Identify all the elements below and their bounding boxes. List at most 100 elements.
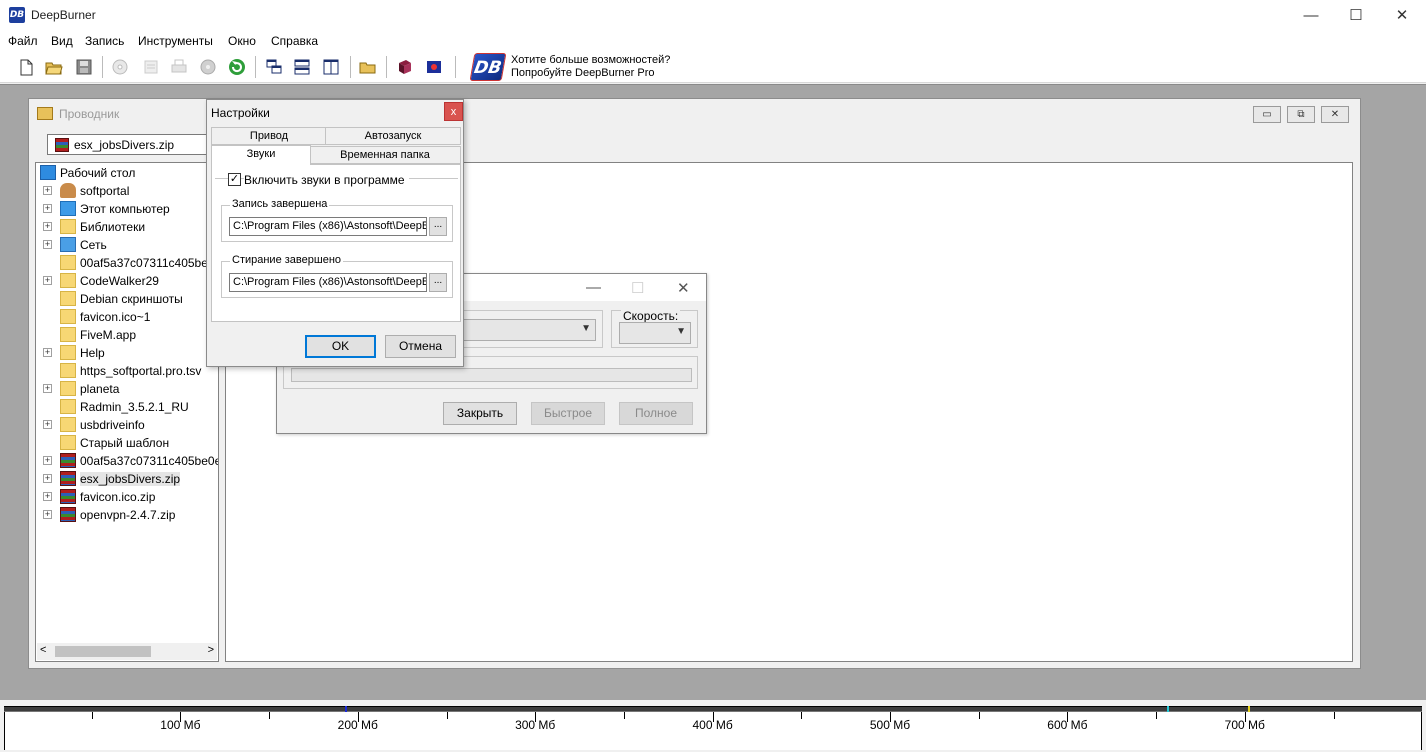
scroll-right-icon[interactable]: > [208,644,214,656]
explorer-icon[interactable] [359,58,377,76]
tile-vertical-icon[interactable] [322,58,340,76]
tree-item[interactable]: + favicon.ico.zip [36,488,218,506]
menu-file[interactable]: Файл [8,34,38,48]
folder-icon [60,309,76,324]
expand-icon[interactable]: + [43,186,52,195]
close-dialog-button[interactable]: Закрыть [443,402,517,425]
expand-icon[interactable]: + [43,348,52,357]
tree-item[interactable]: + Сеть [36,236,218,254]
tree-item[interactable]: https_softportal.pro.tsv [36,362,218,380]
cancel-button[interactable]: Отмена [385,335,456,358]
tree-item[interactable]: + planeta [36,380,218,398]
expand-icon[interactable]: + [43,240,52,249]
menu-window[interactable]: Окно [228,34,256,48]
ruler-tick [1156,712,1158,719]
tree-item-label: usbdriveinfo [80,418,145,432]
enable-sounds-checkbox[interactable]: ✓ [228,173,241,186]
tab-temp-folder[interactable]: Временная папка [309,146,461,164]
dialog-minimize-button[interactable]: — [586,279,601,296]
ruler-tick [269,712,271,719]
erase-disc-icon[interactable] [142,58,160,76]
child-close-button[interactable]: ✕ [1321,106,1349,123]
tree-item[interactable]: + Этот компьютер [36,200,218,218]
ruler-tick [801,712,803,719]
settings-dialog: Настройки x Привод Автозапуск Звуки Врем… [206,99,464,367]
child-minimize-button[interactable]: ▭ [1253,106,1281,123]
tree-item[interactable]: + CodeWalker29 [36,272,218,290]
network-icon [60,237,76,252]
save-icon[interactable] [75,58,93,76]
tree-item[interactable]: + Help [36,344,218,362]
menu-tools[interactable]: Инструменты [138,34,213,48]
speed-select[interactable]: ▼ [619,322,691,344]
print-icon[interactable] [170,58,188,76]
child-restore-button[interactable]: ⧉ [1287,106,1315,123]
tree-item[interactable]: + usbdriveinfo [36,416,218,434]
ok-button[interactable]: OK [305,335,376,358]
minimize-button[interactable]: — [1288,0,1334,31]
erase-complete-browse-button[interactable]: ... [429,273,447,292]
tree-item[interactable]: Radmin_3.5.2.1_RU [36,398,218,416]
computer-icon [60,201,76,216]
cascade-icon[interactable] [265,58,283,76]
tree-item[interactable]: 00af5a37c07311c405be0e [36,254,218,272]
folder-tree[interactable]: Рабочий стол + softportal + Этот компьютер + Б… [35,162,219,662]
burn-disc-icon[interactable] [111,58,129,76]
tree-item[interactable]: Debian скриншоты [36,290,218,308]
menu-help[interactable]: Справка [271,34,318,48]
refresh-icon[interactable] [228,58,246,76]
dialog-close-button[interactable]: ✕ [677,279,690,297]
maximize-button[interactable]: ☐ [1333,0,1379,31]
new-icon[interactable] [17,58,35,76]
tree-item[interactable]: +00af5a37c07311c405be0e7 [36,452,218,470]
burn-complete-path-input[interactable]: C:\Program Files (x86)\Astonsoft\DeepB [229,217,427,236]
tree-item[interactable]: Старый шаблон [36,434,218,452]
tile-horizontal-icon[interactable] [293,58,311,76]
tree-item[interactable]: FiveM.app [36,326,218,344]
tab-autorun[interactable]: Автозапуск [325,127,461,145]
tree-item[interactable]: + esx_jobsDivers.zip [36,470,218,488]
erase-complete-path-input[interactable]: C:\Program Files (x86)\Astonsoft\DeepB [229,273,427,292]
promo-text[interactable]: Хотите больше возможностей? Попробуйте D… [511,54,670,80]
expand-icon[interactable]: + [43,420,52,429]
expand-icon[interactable]: + [43,276,52,285]
open-icon[interactable] [45,58,63,76]
menu-record[interactable]: Запись [85,34,124,48]
close-button[interactable]: ✕ [1379,0,1425,31]
expand-icon[interactable]: + [43,510,52,519]
expand-icon[interactable]: + [43,204,52,213]
drive-select[interactable]: ▼ [454,319,596,341]
expand-icon[interactable]: + [43,384,52,393]
expand-icon[interactable]: + [43,456,52,465]
tree-item[interactable]: + openvpn-2.4.7.zip [36,506,218,524]
menu-view[interactable]: Вид [51,34,73,48]
dialog-maximize-button[interactable]: ☐ [631,279,644,297]
expand-icon[interactable]: + [43,492,52,501]
tree-item-label: Radmin_3.5.2.1_RU [80,400,189,414]
scroll-thumb[interactable] [55,646,151,657]
settings-close-button[interactable]: x [444,102,463,121]
expand-icon[interactable]: + [43,222,52,231]
path-combobox[interactable]: esx_jobsDivers.zip [47,134,217,155]
tree-item[interactable]: Рабочий стол [36,164,218,182]
quick-erase-button[interactable]: Быстрое [531,402,605,425]
help-book-icon[interactable] [396,58,414,76]
tab-sounds[interactable]: Звуки [211,145,311,165]
deepburner-pro-logo[interactable]: DB [469,53,507,81]
tree-item[interactable]: + Библиотеки [36,218,218,236]
about-icon[interactable] [425,58,443,76]
expand-icon[interactable]: + [43,474,52,483]
ruler-label: 600 Мб [1047,718,1088,732]
full-erase-button[interactable]: Полное [619,402,693,425]
zip-archive-icon [60,471,76,486]
disc-info-icon[interactable] [199,58,217,76]
tab-drive[interactable]: Привод [211,127,327,145]
folder-icon [60,327,76,342]
tree-item[interactable]: + softportal [36,182,218,200]
settings-title: Настройки [211,106,270,120]
burn-complete-browse-button[interactable]: ... [429,217,447,236]
speed-label: Скорость: [621,309,681,323]
tree-item[interactable]: favicon.ico~1 [36,308,218,326]
horizontal-scrollbar[interactable]: < > [37,643,217,660]
scroll-left-icon[interactable]: < [40,644,46,656]
